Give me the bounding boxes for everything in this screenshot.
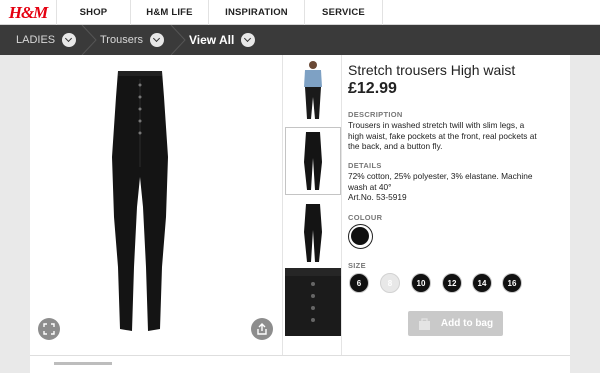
art-number: Art.No. 53-5919 [348, 192, 407, 202]
size-option-16[interactable]: 16 [502, 273, 522, 293]
add-to-bag-button[interactable]: Add to bag [408, 311, 503, 336]
expand-icon[interactable] [38, 318, 60, 340]
size-option-14[interactable]: 14 [472, 273, 492, 293]
chevron-down-icon[interactable] [150, 33, 164, 47]
thumbnail-back[interactable] [285, 198, 341, 266]
nav-inspiration[interactable]: INSPIRATION [209, 0, 305, 25]
breadcrumb-label: Trousers [100, 34, 143, 46]
colour-label: COLOUR [348, 213, 383, 222]
breadcrumb-item-trousers[interactable]: Trousers [100, 25, 164, 55]
share-icon[interactable] [251, 318, 273, 340]
thumbnail-model[interactable] [285, 57, 341, 125]
size-option-8[interactable]: 8 [380, 273, 400, 293]
breadcrumb-label: LADIES [16, 34, 56, 46]
colour-swatch-black[interactable] [348, 224, 373, 249]
breadcrumb-item-view-all[interactable]: View All [189, 25, 256, 55]
breadcrumb: LADIES Trousers View All [0, 25, 600, 55]
add-to-bag-label: Add to bag [440, 318, 494, 329]
breadcrumb-separator [81, 25, 97, 55]
nav-shop[interactable]: SHOP [57, 0, 131, 25]
description-text: Trousers in washed stretch twill with sl… [348, 120, 537, 152]
nav-service[interactable]: SERVICE [305, 0, 383, 25]
page: H&M SHOP H&M LIFE INSPIRATION SERVICE LA… [0, 0, 600, 373]
thumbnail-front[interactable] [285, 127, 341, 195]
description-label: DESCRIPTION [348, 110, 403, 119]
thumbnail-column [282, 55, 342, 355]
breadcrumb-item-ladies[interactable]: LADIES [16, 25, 77, 55]
details-text: 72% cotton, 25% polyester, 3% elastane. … [348, 171, 533, 192]
size-option-12[interactable]: 12 [442, 273, 462, 293]
logo-text: H&M [8, 2, 49, 22]
size-label: SIZE [348, 261, 366, 270]
size-option-6[interactable]: 6 [349, 273, 369, 293]
product-title: Stretch trousers High waist [348, 62, 516, 78]
bag-icon [418, 317, 431, 330]
chevron-down-icon[interactable] [62, 33, 77, 47]
chevron-down-icon[interactable] [241, 33, 256, 47]
thumbnail-detail[interactable] [285, 268, 341, 336]
product-main-image[interactable] [100, 67, 180, 337]
product-price: £12.99 [348, 80, 397, 97]
size-option-10[interactable]: 10 [411, 273, 431, 293]
details-label: DETAILS [348, 161, 382, 170]
hm-logo[interactable]: H&M [0, 0, 57, 25]
breadcrumb-label: View All [189, 33, 235, 47]
truncated-link [54, 362, 112, 365]
top-nav: H&M SHOP H&M LIFE INSPIRATION SERVICE [0, 0, 600, 25]
breadcrumb-separator [170, 25, 186, 55]
nav-hm-life[interactable]: H&M LIFE [131, 0, 209, 25]
section-divider [30, 355, 570, 356]
